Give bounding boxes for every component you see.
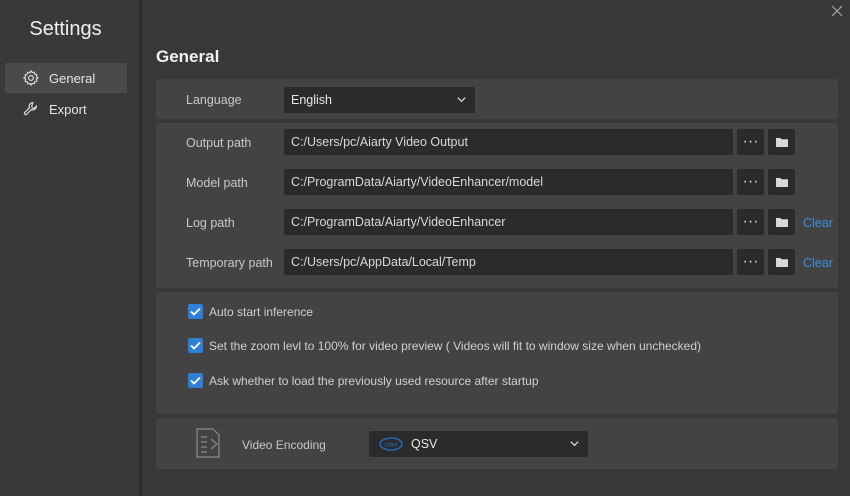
option-label: Auto start inference bbox=[209, 304, 314, 319]
language-select[interactable]: English bbox=[284, 87, 475, 113]
output-path-browse-button[interactable]: ··· bbox=[737, 129, 764, 155]
language-label: Language bbox=[186, 93, 242, 107]
folder-icon bbox=[775, 178, 788, 187]
temporary-path-clear-link[interactable]: Clear bbox=[803, 256, 833, 270]
checkbox-checked-icon[interactable] bbox=[188, 304, 203, 319]
path-label: Temporary path bbox=[186, 256, 273, 270]
log-path-folder-button[interactable] bbox=[768, 209, 795, 235]
language-value: English bbox=[291, 93, 332, 107]
more-icon: ··· bbox=[742, 253, 759, 270]
model-path-browse-button[interactable]: ··· bbox=[737, 169, 764, 195]
chevron-down-icon bbox=[569, 438, 580, 452]
svg-text:intel: intel bbox=[385, 442, 397, 449]
sidebar-item-label: Export bbox=[49, 101, 87, 117]
chevron-down-icon bbox=[456, 94, 467, 108]
video-encoding-label: Video Encoding bbox=[242, 438, 326, 452]
video-encoding-select[interactable]: intel QSV bbox=[369, 431, 588, 457]
options-panel: Auto start inference Set the zoom levl t… bbox=[156, 292, 838, 414]
model-path-folder-button[interactable] bbox=[768, 169, 795, 195]
log-path-browse-button[interactable]: ··· bbox=[737, 209, 764, 235]
folder-icon bbox=[775, 218, 788, 227]
model-path-field[interactable]: C:/ProgramData/Aiarty/VideoEnhancer/mode… bbox=[284, 169, 733, 195]
temporary-path-browse-button[interactable]: ··· bbox=[737, 249, 764, 275]
option-load-previous[interactable]: Ask whether to load the previously used … bbox=[188, 373, 539, 388]
path-label: Model path bbox=[186, 176, 248, 190]
log-path-clear-link[interactable]: Clear bbox=[803, 216, 833, 230]
more-icon: ··· bbox=[742, 173, 759, 190]
close-icon[interactable] bbox=[830, 4, 846, 20]
sidebar-title: Settings bbox=[29, 18, 102, 40]
folder-icon bbox=[775, 258, 788, 267]
checkbox-checked-icon[interactable] bbox=[188, 373, 203, 388]
folder-icon bbox=[775, 138, 788, 147]
output-path-folder-button[interactable] bbox=[768, 129, 795, 155]
video-encoding-value: QSV bbox=[411, 437, 438, 451]
sidebar-item-export[interactable]: Export bbox=[5, 94, 127, 124]
video-encoding-icon bbox=[193, 427, 229, 464]
encoding-panel: Video Encoding intel QSV bbox=[156, 418, 838, 469]
option-zoom-100[interactable]: Set the zoom levl to 100% for video prev… bbox=[188, 338, 701, 353]
option-label: Ask whether to load the previously used … bbox=[209, 373, 539, 388]
language-panel: Language English bbox=[156, 79, 838, 119]
option-label: Set the zoom levl to 100% for video prev… bbox=[209, 338, 702, 353]
checkbox-checked-icon[interactable] bbox=[188, 338, 203, 353]
sidebar: Settings General Export bbox=[0, 0, 139, 496]
sidebar-item-general[interactable]: General bbox=[5, 63, 127, 93]
output-path-field[interactable]: C:/Users/pc/Aiarty Video Output bbox=[284, 129, 733, 155]
path-label: Output path bbox=[186, 136, 252, 150]
more-icon: ··· bbox=[742, 133, 759, 150]
sidebar-item-label: General bbox=[49, 70, 96, 86]
path-label: Log path bbox=[186, 216, 235, 230]
more-icon: ··· bbox=[742, 213, 759, 230]
temporary-path-field[interactable]: C:/Users/pc/AppData/Local/Temp bbox=[284, 249, 733, 275]
wrench-icon bbox=[21, 99, 41, 119]
intel-logo-icon: intel bbox=[379, 437, 403, 451]
gear-icon bbox=[21, 68, 41, 88]
temporary-path-folder-button[interactable] bbox=[768, 249, 795, 275]
log-path-field[interactable]: C:/ProgramData/Aiarty/VideoEnhancer bbox=[284, 209, 733, 235]
page-title: General bbox=[156, 47, 220, 66]
main-panel: General Language English Output path C:/… bbox=[142, 0, 850, 496]
paths-panel: Output path C:/Users/pc/Aiarty Video Out… bbox=[156, 123, 838, 288]
option-auto-start[interactable]: Auto start inference bbox=[188, 304, 313, 319]
